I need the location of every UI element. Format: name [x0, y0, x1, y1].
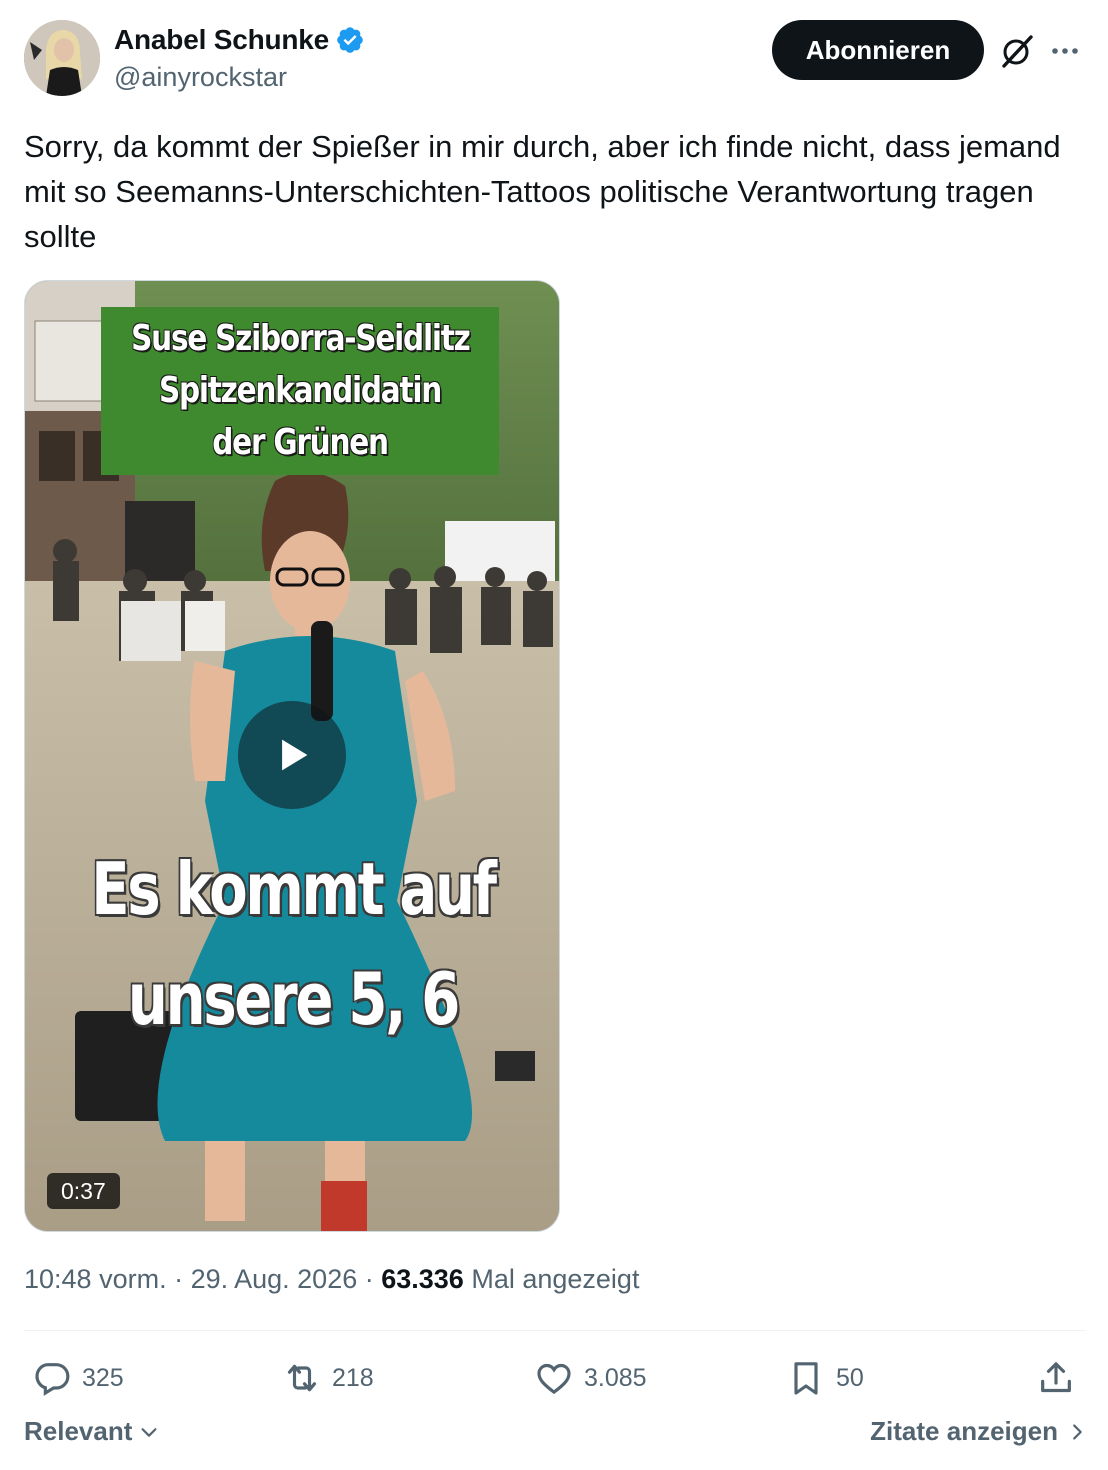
more-icon[interactable] — [1048, 34, 1082, 68]
play-icon — [282, 739, 308, 771]
chevron-right-icon — [1073, 1423, 1082, 1440]
views-label: Mal angezeigt — [471, 1264, 640, 1294]
play-button[interactable] — [238, 701, 346, 809]
views-count: 63.336 — [381, 1264, 464, 1294]
meta-separator: · — [166, 1264, 191, 1294]
display-name[interactable]: Anabel Schunke — [114, 24, 329, 56]
divider — [24, 1330, 1086, 1331]
caption-line-3: der Grünen — [212, 422, 389, 463]
meta-separator-2: · — [357, 1264, 382, 1294]
tweet-time[interactable]: 10:48 vorm. — [24, 1264, 167, 1294]
video-caption-box: Suse Sziborra-Seidlitz Spitzenkandidatin… — [101, 307, 499, 475]
video-overlay-text-2: unsere 5, 6 — [127, 957, 460, 1041]
sort-label: Relevant — [24, 1416, 133, 1446]
author-block[interactable]: Anabel Schunke @ainyrockstar — [114, 22, 365, 93]
reply-count: 325 — [82, 1363, 124, 1392]
sort-dropdown[interactable]: Relevant — [24, 1416, 160, 1447]
video-duration-badge: 0:37 — [47, 1173, 120, 1209]
handle[interactable]: @ainyrockstar — [114, 62, 365, 93]
grok-icon[interactable] — [998, 32, 1036, 70]
like-count: 3.085 — [584, 1363, 647, 1392]
action-bar: 325 218 3.085 50 — [24, 1352, 1086, 1404]
bookmark-icon — [794, 1362, 818, 1395]
view-quotes-link[interactable]: Zitate anzeigen — [870, 1416, 1088, 1447]
bookmark-count: 50 — [836, 1363, 864, 1392]
share-icon — [1041, 1362, 1071, 1393]
reply-icon — [35, 1363, 70, 1396]
avatar[interactable] — [24, 20, 100, 96]
view-quotes-label: Zitate anzeigen — [870, 1416, 1058, 1446]
bookmark-button[interactable]: 50 — [786, 1352, 864, 1404]
follow-button[interactable]: Abonnieren — [772, 20, 984, 80]
heart-icon — [537, 1363, 571, 1395]
avatar-image — [24, 20, 100, 96]
tweet-meta: 10:48 vorm. · 29. Aug. 2026 · 63.336 Mal… — [24, 1264, 639, 1295]
video-overlay-text-1: Es kommt auf — [91, 847, 497, 931]
verified-badge-icon[interactable] — [335, 25, 365, 55]
repost-icon — [287, 1364, 317, 1392]
share-button[interactable] — [1036, 1352, 1076, 1404]
chevron-down-icon — [141, 1427, 157, 1437]
like-button[interactable]: 3.085 — [534, 1352, 647, 1404]
caption-line-2: Spitzenkandidatin — [158, 370, 442, 411]
tweet-text: Sorry, da kommt der Spießer in mir durch… — [24, 129, 1061, 254]
reply-button[interactable]: 325 — [32, 1352, 124, 1404]
tweet-date[interactable]: 29. Aug. 2026 — [191, 1264, 358, 1294]
caption-line-1: Suse Sziborra-Seidlitz — [130, 318, 471, 359]
tweet-header: Anabel Schunke @ainyrockstar Abonnieren — [24, 20, 1086, 98]
repost-count: 218 — [332, 1363, 374, 1392]
repost-button[interactable]: 218 — [282, 1352, 374, 1404]
video-media[interactable]: Suse Sziborra-Seidlitz Spitzenkandidatin… — [24, 280, 560, 1232]
